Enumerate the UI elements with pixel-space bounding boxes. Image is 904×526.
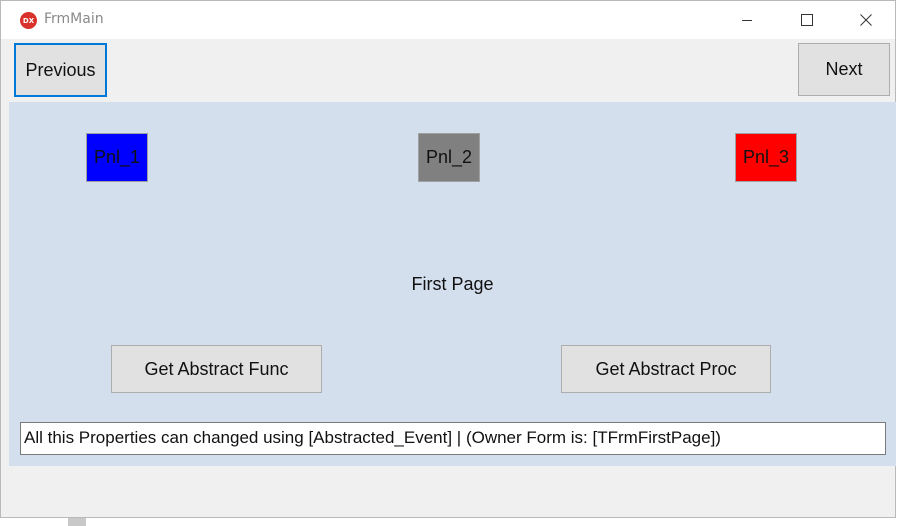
minimize-icon xyxy=(742,20,752,21)
minimize-button[interactable] xyxy=(724,1,770,39)
get-abstract-func-button[interactable]: Get Abstract Func xyxy=(111,345,322,393)
page-content-panel: Pnl_1 Pnl_2 Pnl_3 First Page Get Abstrac… xyxy=(9,102,896,466)
background-window-edge xyxy=(68,518,86,526)
panel-2: Pnl_2 xyxy=(418,133,480,182)
maximize-button[interactable] xyxy=(784,1,830,39)
get-abstract-proc-button[interactable]: Get Abstract Proc xyxy=(561,345,771,393)
panel-3: Pnl_3 xyxy=(735,133,797,182)
previous-button[interactable]: Previous xyxy=(14,43,107,97)
close-button[interactable] xyxy=(843,1,889,39)
status-text-field[interactable]: All this Properties can changed using [A… xyxy=(20,422,886,455)
panel-1: Pnl_1 xyxy=(86,133,148,182)
main-window: DX FrmMain Previous Next Pnl_1 Pnl_2 Pnl… xyxy=(0,0,896,518)
title-bar[interactable]: DX FrmMain xyxy=(1,1,895,39)
close-icon xyxy=(860,14,872,26)
app-logo-icon: DX xyxy=(20,12,37,29)
maximize-icon xyxy=(801,14,813,26)
page-title: First Page xyxy=(411,274,494,294)
window-title: FrmMain xyxy=(44,11,104,27)
next-button[interactable]: Next xyxy=(798,43,890,96)
